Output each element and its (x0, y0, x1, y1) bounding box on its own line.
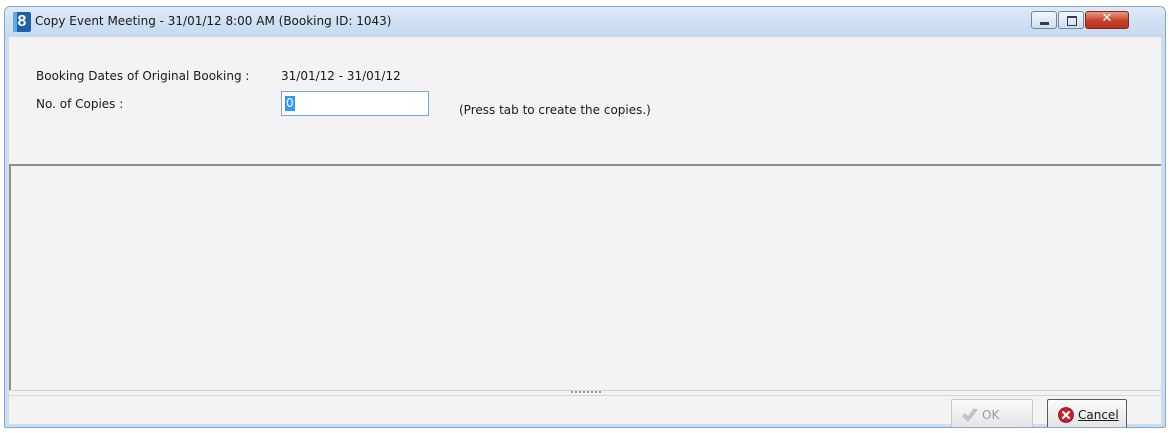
maximize-icon (1067, 16, 1077, 26)
copies-input[interactable]: 0 (281, 91, 429, 116)
app-icon: 8 (13, 12, 31, 32)
close-button[interactable]: ✕ (1085, 11, 1129, 29)
ok-button-label: OK (982, 408, 1000, 422)
window-title: Copy Event Meeting - 31/01/12 8:00 AM (B… (35, 14, 392, 28)
copies-list-area[interactable] (9, 164, 1161, 390)
button-bar: OK Cancel (9, 395, 1161, 427)
dialog-body: Booking Dates of Original Booking : 31/0… (9, 37, 1161, 427)
copies-input-value: 0 (285, 96, 295, 111)
cancel-icon (1058, 407, 1074, 423)
copies-hint: (Press tab to create the copies.) (459, 103, 651, 117)
original-dates-value: 31/01/12 - 31/01/12 (281, 69, 401, 83)
minimize-icon (1040, 22, 1049, 25)
ok-button[interactable]: OK (951, 399, 1033, 427)
close-icon: ✕ (1101, 11, 1113, 26)
cancel-button-label: Cancel (1078, 408, 1119, 422)
app-icon-glyph: 8 (17, 13, 27, 30)
title-bar[interactable]: 8 Copy Event Meeting - 31/01/12 8:00 AM … (5, 7, 1165, 37)
copies-label: No. of Copies : (36, 97, 124, 111)
cancel-button[interactable]: Cancel (1047, 399, 1127, 427)
minimize-button[interactable] (1031, 11, 1057, 29)
original-dates-label: Booking Dates of Original Booking : (36, 69, 250, 83)
checkmark-icon (962, 408, 978, 422)
copy-event-meeting-dialog: 8 Copy Event Meeting - 31/01/12 8:00 AM … (4, 6, 1166, 428)
maximize-button[interactable] (1058, 11, 1084, 29)
